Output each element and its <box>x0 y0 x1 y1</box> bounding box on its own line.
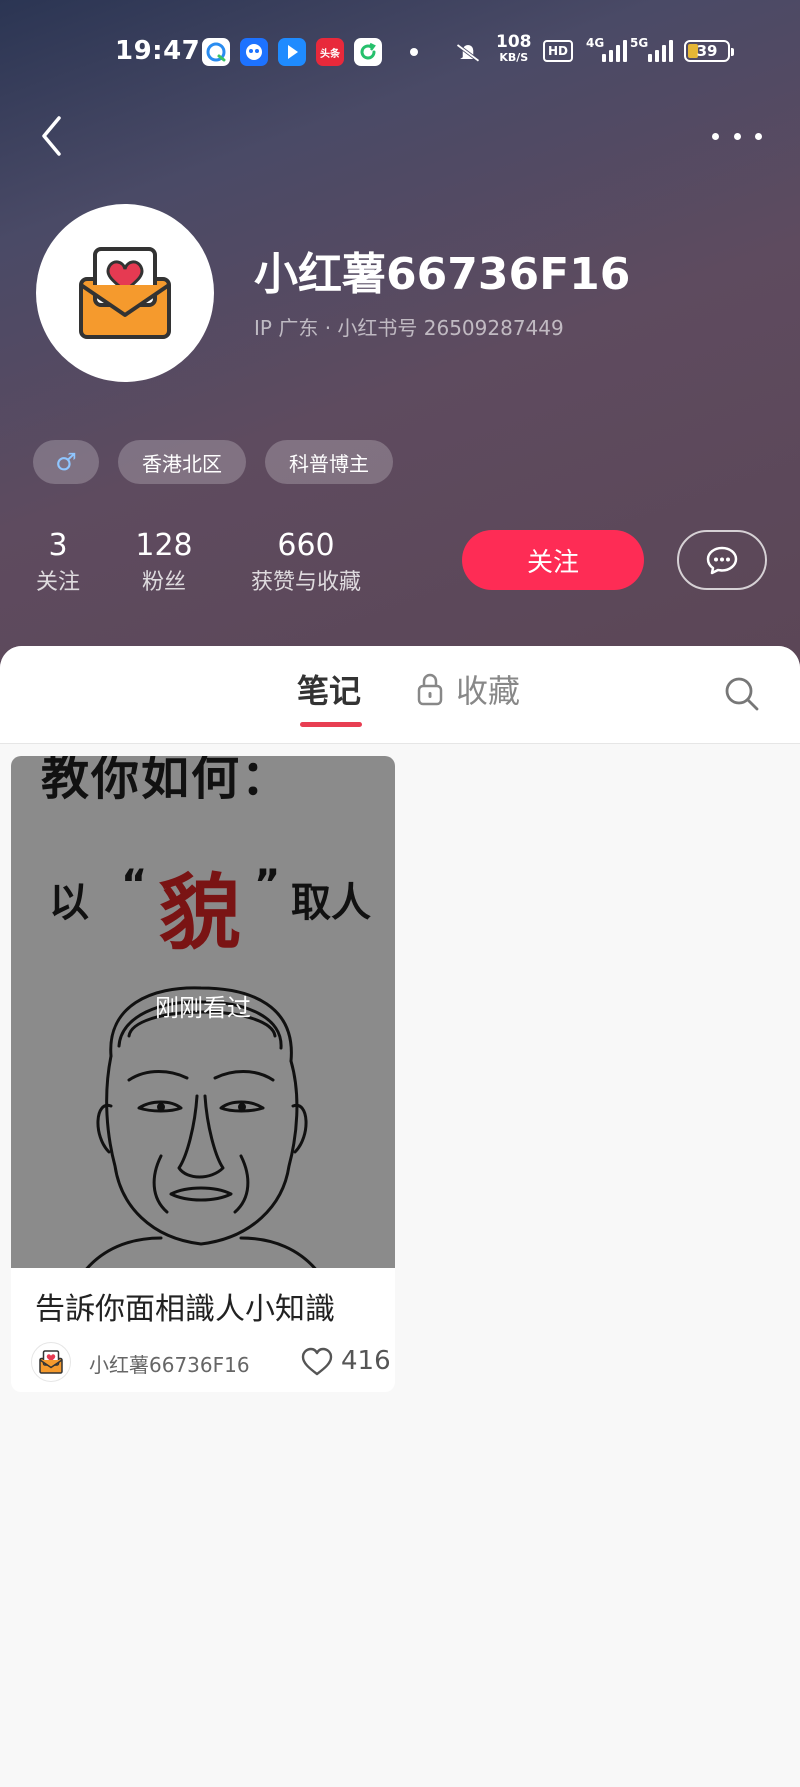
network-speed-value: 108 <box>496 32 532 52</box>
love-letter-icon <box>79 247 171 339</box>
profile-username: 小红薯66736F16 <box>254 249 631 300</box>
location-tag-label: 香港北区 <box>142 451 222 476</box>
info-separator: · <box>324 316 332 340</box>
chat-bubble-icon <box>706 546 738 575</box>
note-cover-image: 教你如何： 以 “ 貌 ” 取人 刚刚看过 <box>11 756 395 1268</box>
lock-icon <box>417 673 443 706</box>
mute-bell-icon <box>454 38 482 66</box>
cover-open-quote: “ <box>121 862 148 908</box>
note-title: 告訴你面相識人小知識 <box>35 1292 335 1327</box>
navigation-app-icon <box>278 38 306 66</box>
more-dot-icon <box>712 132 719 140</box>
cover-big-character: 貌 <box>159 865 242 961</box>
following-stat[interactable]: 3 关注 <box>34 528 82 598</box>
active-tab-indicator <box>300 722 362 727</box>
likes-collections-count: 660 <box>277 528 335 563</box>
followers-label: 粉丝 <box>141 570 186 595</box>
cover-caption-line1: 教你如何： <box>41 756 292 806</box>
tab-collections-label: 收藏 <box>456 672 521 710</box>
tab-notes-label: 笔记 <box>297 672 362 710</box>
male-gender-icon: ♂ <box>55 448 77 476</box>
signal-5g-icon <box>648 40 673 62</box>
recently-viewed-badge: 刚刚看过 <box>155 994 251 1022</box>
tab-notes[interactable]: 笔记 <box>297 666 361 712</box>
like-count: 416 <box>341 1346 391 1376</box>
network-5g-label: 5G <box>630 36 649 50</box>
likes-collections-label: 获赞与收藏 <box>250 570 361 595</box>
content-tabbar: 笔记 收藏 <box>0 646 800 744</box>
profile-avatar[interactable] <box>36 204 214 382</box>
cover-word-2: 取人 <box>291 880 371 926</box>
profile-sub-info: IP 广东 · 小红书号 26509287449 <box>254 312 564 341</box>
signal-4g-icon <box>602 40 627 62</box>
follow-button[interactable]: 关注 <box>462 530 644 590</box>
gender-tag: ♂ <box>33 440 99 484</box>
location-tag[interactable]: 香港北区 <box>118 440 246 484</box>
heart-icon[interactable] <box>301 1347 333 1377</box>
creator-type-tag[interactable]: 科普博主 <box>265 440 393 484</box>
love-letter-icon <box>39 1350 63 1374</box>
profile-screen: 19:47 头条 108 KB/S HD 4G 5G 39 小红薯66736F1… <box>0 0 800 1787</box>
profile-header: 19:47 头条 108 KB/S HD 4G 5G 39 小红薯66736F1… <box>0 0 800 680</box>
author-name[interactable]: 小红薯66736F16 <box>89 1349 250 1378</box>
likes-collections-stat[interactable]: 660 获赞与收藏 <box>244 528 368 598</box>
note-card[interactable]: 教你如何： 以 “ 貌 ” 取人 刚刚看过 告訴你面相識人小知識 小红薯6673… <box>11 756 395 1392</box>
cover-caption-line2: 以 “ 貌 ” 取人 <box>49 860 389 961</box>
more-dot-icon <box>755 132 762 140</box>
tab-collections[interactable]: 收藏 <box>416 666 520 712</box>
status-time: 19:47 <box>115 36 201 66</box>
chevron-left-icon <box>42 116 61 156</box>
followers-stat[interactable]: 128 粉丝 <box>134 528 194 598</box>
network-speed: 108 KB/S <box>496 32 532 65</box>
toutiao-label: 头条 <box>320 48 340 60</box>
more-dot-icon <box>733 132 741 140</box>
search-icon[interactable] <box>722 674 762 714</box>
robot-app-icon <box>240 38 268 66</box>
following-label: 关注 <box>35 570 80 595</box>
qq-browser-icon <box>202 38 230 66</box>
hd-label: HD <box>547 44 568 58</box>
more-options-button[interactable] <box>712 116 762 156</box>
notification-dot <box>410 48 418 56</box>
following-count: 3 <box>48 528 68 563</box>
followers-count: 128 <box>135 528 193 563</box>
message-button[interactable] <box>677 530 767 590</box>
network-speed-unit: KB/S <box>499 51 529 64</box>
back-button[interactable] <box>30 110 74 162</box>
creator-type-tag-label: 科普博主 <box>289 451 369 476</box>
cover-word-1: 以 <box>49 880 89 926</box>
hd-voice-icon: HD <box>543 40 573 62</box>
toutiao-icon: 头条 <box>316 38 344 66</box>
author-avatar[interactable] <box>31 1342 71 1382</box>
note-footer: 小红薯66736F16 416 <box>31 1342 391 1382</box>
battery-level: 39 <box>696 42 718 60</box>
ip-location: IP 广东 <box>254 316 319 340</box>
cover-close-quote: ” <box>254 862 281 908</box>
account-id[interactable]: 小红书号 26509287449 <box>337 316 563 340</box>
battery-icon: 39 <box>684 40 734 62</box>
refresh-app-icon <box>354 38 382 66</box>
status-bar: 19:47 头条 108 KB/S HD 4G 5G 39 <box>0 0 800 100</box>
profile-content: 笔记 收藏 教你如何： 以 “ 貌 ” 取人 刚刚看过 告訴你面相識人小知識 小… <box>0 646 800 1787</box>
